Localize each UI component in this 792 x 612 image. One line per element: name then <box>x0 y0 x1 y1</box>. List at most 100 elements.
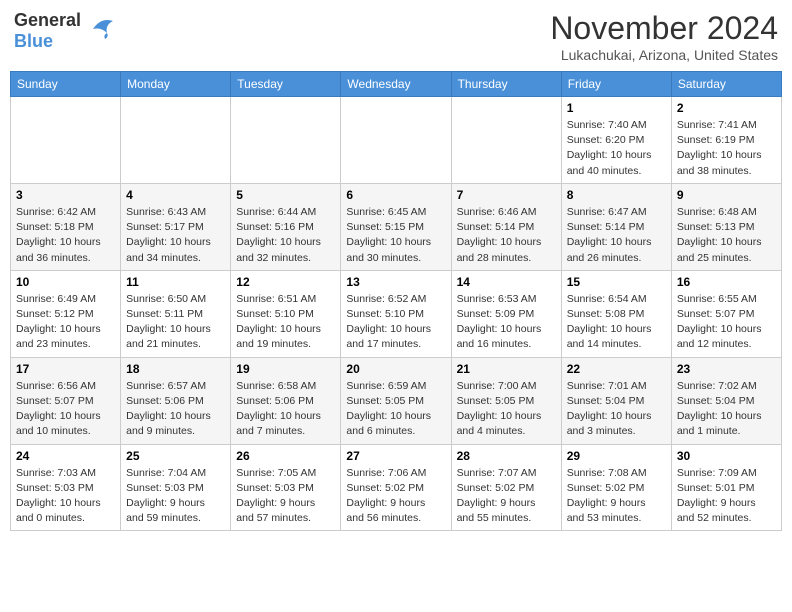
day-number: 23 <box>677 362 776 376</box>
day-info: Sunrise: 6:58 AM Sunset: 5:06 PM Dayligh… <box>236 379 335 440</box>
day-number: 17 <box>16 362 115 376</box>
calendar-cell: 1 Sunrise: 7:40 AM Sunset: 6:20 PM Daylig… <box>561 97 671 184</box>
month-title: November 2024 <box>550 10 778 47</box>
day-info: Sunrise: 6:53 AM Sunset: 5:09 PM Dayligh… <box>457 292 556 353</box>
calendar-cell: 23 Sunrise: 7:02 AM Sunset: 5:04 PM Dayli… <box>671 357 781 444</box>
weekday-header-monday: Monday <box>121 72 231 97</box>
week-row-1: 1 Sunrise: 7:40 AM Sunset: 6:20 PM Daylig… <box>11 97 782 184</box>
day-info: Sunrise: 7:05 AM Sunset: 5:03 PM Dayligh… <box>236 466 335 527</box>
day-number: 15 <box>567 275 666 289</box>
week-row-3: 10 Sunrise: 6:49 AM Sunset: 5:12 PM Dayli… <box>11 270 782 357</box>
calendar-cell: 15 Sunrise: 6:54 AM Sunset: 5:08 PM Dayli… <box>561 270 671 357</box>
calendar-cell: 13Sunrise: 6:52 AM Sunset: 5:10 PM Dayli… <box>341 270 451 357</box>
day-info: Sunrise: 6:57 AM Sunset: 5:06 PM Dayligh… <box>126 379 225 440</box>
day-info: Sunrise: 6:43 AM Sunset: 5:17 PM Dayligh… <box>126 205 225 266</box>
day-info: Sunrise: 7:40 AM Sunset: 6:20 PM Dayligh… <box>567 118 666 179</box>
day-number: 27 <box>346 449 445 463</box>
day-number: 6 <box>346 188 445 202</box>
calendar-cell <box>451 97 561 184</box>
week-row-4: 17 Sunrise: 6:56 AM Sunset: 5:07 PM Dayli… <box>11 357 782 444</box>
day-number: 22 <box>567 362 666 376</box>
logo-general-text: General <box>14 10 81 30</box>
day-number: 18 <box>126 362 225 376</box>
calendar-cell: 30 Sunrise: 7:09 AM Sunset: 5:01 PM Dayli… <box>671 444 781 531</box>
calendar-cell: 17 Sunrise: 6:56 AM Sunset: 5:07 PM Dayli… <box>11 357 121 444</box>
calendar-cell <box>231 97 341 184</box>
day-info: Sunrise: 6:55 AM Sunset: 5:07 PM Dayligh… <box>677 292 776 353</box>
day-number: 28 <box>457 449 556 463</box>
weekday-header-saturday: Saturday <box>671 72 781 97</box>
day-info: Sunrise: 6:46 AM Sunset: 5:14 PM Dayligh… <box>457 205 556 266</box>
day-number: 21 <box>457 362 556 376</box>
day-info: Sunrise: 7:01 AM Sunset: 5:04 PM Dayligh… <box>567 379 666 440</box>
weekday-header-tuesday: Tuesday <box>231 72 341 97</box>
calendar-cell: 4 Sunrise: 6:43 AM Sunset: 5:17 PM Daylig… <box>121 183 231 270</box>
day-info: Sunrise: 6:50 AM Sunset: 5:11 PM Dayligh… <box>126 292 225 353</box>
calendar-cell: 26 Sunrise: 7:05 AM Sunset: 5:03 PM Dayli… <box>231 444 341 531</box>
location: Lukachukai, Arizona, United States <box>550 47 778 63</box>
day-info: Sunrise: 7:00 AM Sunset: 5:05 PM Dayligh… <box>457 379 556 440</box>
calendar-cell: 6 Sunrise: 6:45 AM Sunset: 5:15 PM Daylig… <box>341 183 451 270</box>
day-info: Sunrise: 6:48 AM Sunset: 5:13 PM Dayligh… <box>677 205 776 266</box>
calendar-cell: 2Sunrise: 7:41 AM Sunset: 6:19 PM Daylig… <box>671 97 781 184</box>
calendar-cell: 27 Sunrise: 7:06 AM Sunset: 5:02 PM Dayli… <box>341 444 451 531</box>
day-number: 29 <box>567 449 666 463</box>
day-number: 10 <box>16 275 115 289</box>
page-header: General Blue November 2024 Lukachukai, A… <box>10 10 782 63</box>
weekday-header-row: SundayMondayTuesdayWednesdayThursdayFrid… <box>11 72 782 97</box>
day-number: 13 <box>346 275 445 289</box>
calendar-cell: 16 Sunrise: 6:55 AM Sunset: 5:07 PM Dayli… <box>671 270 781 357</box>
day-info: Sunrise: 6:56 AM Sunset: 5:07 PM Dayligh… <box>16 379 115 440</box>
day-number: 7 <box>457 188 556 202</box>
weekday-header-thursday: Thursday <box>451 72 561 97</box>
calendar-cell: 21 Sunrise: 7:00 AM Sunset: 5:05 PM Dayli… <box>451 357 561 444</box>
day-info: Sunrise: 7:02 AM Sunset: 5:04 PM Dayligh… <box>677 379 776 440</box>
weekday-header-wednesday: Wednesday <box>341 72 451 97</box>
day-number: 26 <box>236 449 335 463</box>
calendar-cell: 20 Sunrise: 6:59 AM Sunset: 5:05 PM Dayli… <box>341 357 451 444</box>
day-info: Sunrise: 6:49 AM Sunset: 5:12 PM Dayligh… <box>16 292 115 353</box>
calendar-cell: 28 Sunrise: 7:07 AM Sunset: 5:02 PM Dayli… <box>451 444 561 531</box>
day-number: 19 <box>236 362 335 376</box>
day-info: Sunrise: 6:42 AM Sunset: 5:18 PM Dayligh… <box>16 205 115 266</box>
day-number: 5 <box>236 188 335 202</box>
calendar: SundayMondayTuesdayWednesdayThursdayFrid… <box>10 71 782 531</box>
calendar-cell: 10 Sunrise: 6:49 AM Sunset: 5:12 PM Dayli… <box>11 270 121 357</box>
day-info: Sunrise: 6:45 AM Sunset: 5:15 PM Dayligh… <box>346 205 445 266</box>
calendar-cell: 18 Sunrise: 6:57 AM Sunset: 5:06 PM Dayli… <box>121 357 231 444</box>
day-info: Sunrise: 6:54 AM Sunset: 5:08 PM Dayligh… <box>567 292 666 353</box>
day-info: Sunrise: 6:44 AM Sunset: 5:16 PM Dayligh… <box>236 205 335 266</box>
week-row-2: 3Sunrise: 6:42 AM Sunset: 5:18 PM Daylig… <box>11 183 782 270</box>
calendar-cell: 19 Sunrise: 6:58 AM Sunset: 5:06 PM Dayli… <box>231 357 341 444</box>
day-number: 11 <box>126 275 225 289</box>
day-number: 8 <box>567 188 666 202</box>
calendar-cell: 24Sunrise: 7:03 AM Sunset: 5:03 PM Dayli… <box>11 444 121 531</box>
calendar-cell <box>341 97 451 184</box>
day-number: 30 <box>677 449 776 463</box>
calendar-cell: 14Sunrise: 6:53 AM Sunset: 5:09 PM Dayli… <box>451 270 561 357</box>
week-row-5: 24Sunrise: 7:03 AM Sunset: 5:03 PM Dayli… <box>11 444 782 531</box>
day-info: Sunrise: 7:06 AM Sunset: 5:02 PM Dayligh… <box>346 466 445 527</box>
day-info: Sunrise: 7:03 AM Sunset: 5:03 PM Dayligh… <box>16 466 115 527</box>
day-number: 16 <box>677 275 776 289</box>
calendar-cell: 7 Sunrise: 6:46 AM Sunset: 5:14 PM Daylig… <box>451 183 561 270</box>
day-number: 1 <box>567 101 666 115</box>
day-number: 20 <box>346 362 445 376</box>
calendar-cell: 3Sunrise: 6:42 AM Sunset: 5:18 PM Daylig… <box>11 183 121 270</box>
title-section: November 2024 Lukachukai, Arizona, Unite… <box>550 10 778 63</box>
day-info: Sunrise: 7:07 AM Sunset: 5:02 PM Dayligh… <box>457 466 556 527</box>
day-info: Sunrise: 7:04 AM Sunset: 5:03 PM Dayligh… <box>126 466 225 527</box>
logo: General Blue <box>14 10 117 52</box>
day-info: Sunrise: 7:09 AM Sunset: 5:01 PM Dayligh… <box>677 466 776 527</box>
day-number: 25 <box>126 449 225 463</box>
day-info: Sunrise: 6:51 AM Sunset: 5:10 PM Dayligh… <box>236 292 335 353</box>
weekday-header-sunday: Sunday <box>11 72 121 97</box>
day-number: 4 <box>126 188 225 202</box>
calendar-cell <box>121 97 231 184</box>
calendar-cell: 29 Sunrise: 7:08 AM Sunset: 5:02 PM Dayli… <box>561 444 671 531</box>
calendar-cell: 25 Sunrise: 7:04 AM Sunset: 5:03 PM Dayli… <box>121 444 231 531</box>
day-info: Sunrise: 7:08 AM Sunset: 5:02 PM Dayligh… <box>567 466 666 527</box>
weekday-header-friday: Friday <box>561 72 671 97</box>
day-info: Sunrise: 7:41 AM Sunset: 6:19 PM Dayligh… <box>677 118 776 179</box>
day-info: Sunrise: 6:59 AM Sunset: 5:05 PM Dayligh… <box>346 379 445 440</box>
